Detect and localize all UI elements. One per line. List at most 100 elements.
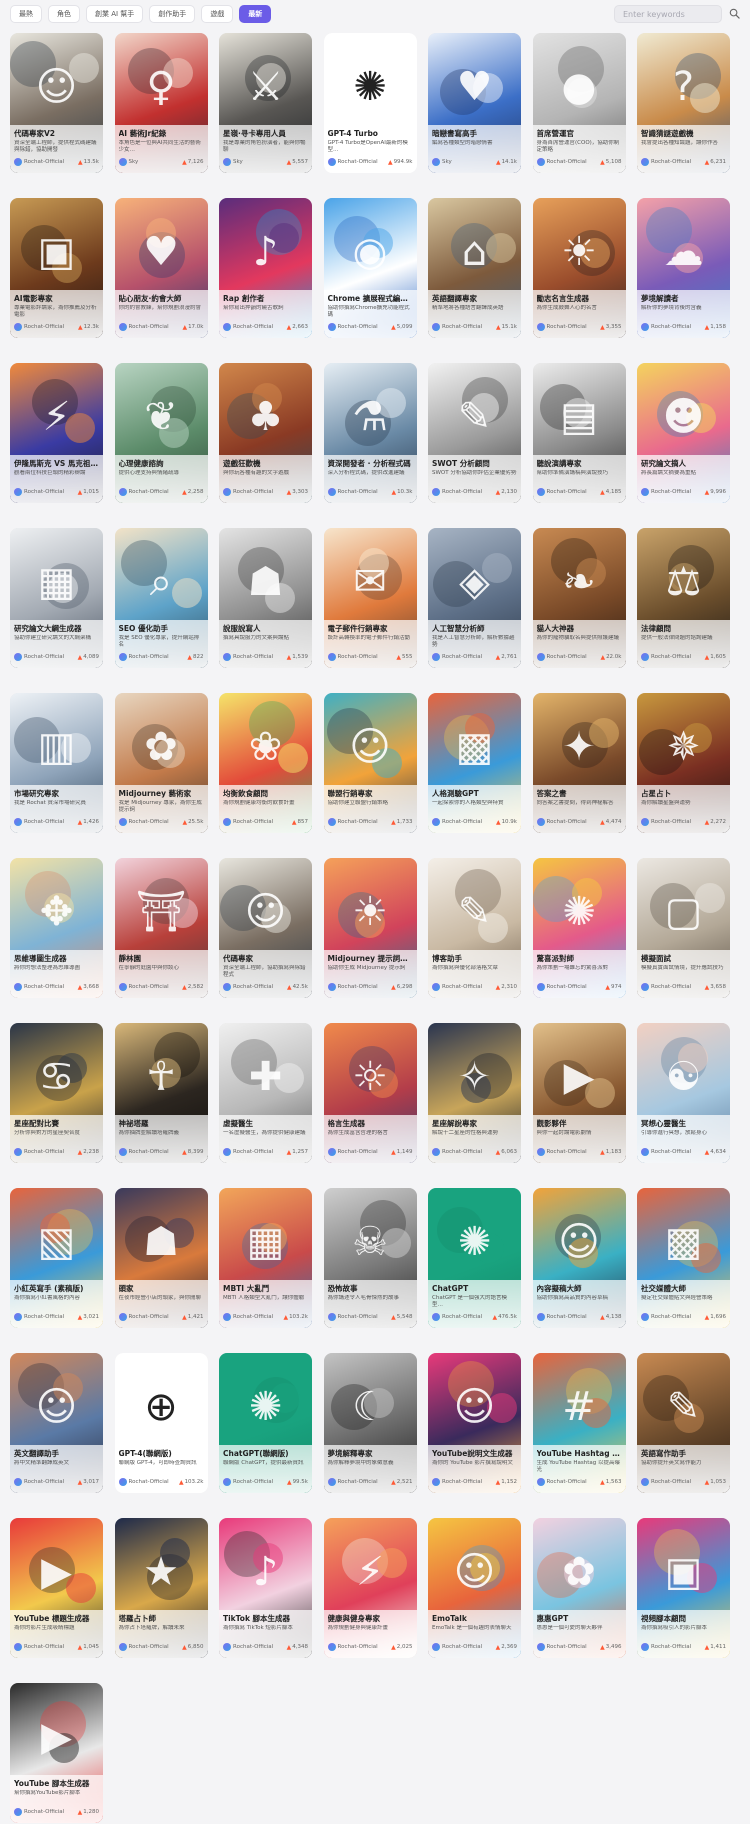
usage-count: ▲ 1,563 bbox=[600, 1479, 621, 1486]
bot-card[interactable]: ☗ 說服說寫人 撰寫具說服力的文案與論點 Rochat-Official ▲ 1,539 bbox=[219, 528, 312, 668]
bot-card[interactable]: ▣ AI電影專家 專業電影評論家，為你推薦及分析電影 Rochat-Official ▲… bbox=[10, 198, 103, 338]
bot-card[interactable]: ▥ 市場研究專家 我是 Rochat 資深市場研究員 Rochat-Official ▲… bbox=[10, 693, 103, 833]
bot-card[interactable]: ♋ 星座配對比賽 分析你與對方的星座契合度 Rochat-Official ▲ 2,238 bbox=[10, 1023, 103, 1163]
search-icon[interactable] bbox=[729, 8, 740, 19]
bot-card[interactable]: ☥ 神祕塔羅 為你抽牌並解讀塔羅牌義 Rochat-Official ▲ 8,399 bbox=[114, 1023, 208, 1163]
bot-card[interactable]: ☠ 恐怖故事 為你講述令人毛骨悚然的故事 Rochat-Official ▲ 5,548 bbox=[323, 1188, 417, 1328]
bot-card[interactable]: ▶ YouTube 標題生成器 為你的影片生成吸睛標題 Rochat-Official… bbox=[10, 1518, 103, 1658]
bot-card[interactable]: ☺ 聯盟行銷專家 協助你建立聯盟行銷策略 Rochat-Official ▲ 1,733 bbox=[323, 693, 417, 833]
bot-card[interactable]: ✿ Midjourney 藝術家 我是 Midjourney 專家，為你生成提示詞 R… bbox=[114, 693, 208, 833]
bot-card[interactable]: ⚗ 資深開發者 · 分析程式碼 深入分析程式碼，提供改進建議 Rochat-Offic… bbox=[323, 363, 417, 503]
bot-card[interactable]: ☺ EmoTalk EmoTalk 是一個有趣的表情聊天 Rochat-Officia… bbox=[428, 1518, 521, 1658]
bot-card[interactable]: ⚡ 伊隆馬斯克 VS 馬克祖克伯 觀看兩位科技巨頭的精彩辯論 Rochat-Offic… bbox=[10, 363, 103, 503]
bot-card[interactable]: ✺ GPT-4 Turbo GPT-4 Turbo是OpenAI最新的模型… Roch… bbox=[323, 33, 417, 173]
tab-creative[interactable]: 創作助手 bbox=[149, 5, 196, 23]
bot-card[interactable]: ☺ YouTube說明文生成器 為你的 YouTube 影片撰寫說明文 Rochat-… bbox=[428, 1353, 521, 1493]
tab-newest[interactable]: 最新 bbox=[239, 5, 272, 23]
bot-card[interactable]: ☺ 代碼專家V2 資深全端工程師，提供程式碼建議與除錯，協助開發 Rochat-Off… bbox=[10, 33, 103, 173]
usage-count: ▲ 2,238 bbox=[78, 1149, 99, 1156]
bot-card[interactable]: ☀ 勵志名言生成器 為你生成鼓舞人心的名言 Rochat-Official ▲ 3,355 bbox=[532, 198, 626, 338]
bot-card[interactable]: ❦ 心理健康諮詢 提供心理支持與情緒疏導 Rochat-Official ▲ 2,258 bbox=[114, 363, 208, 503]
bot-card[interactable]: ☻ 研究論文摘人 將長篇論文摘要為重點 Rochat-Official ▲ 9,996 bbox=[637, 363, 730, 503]
card-thumbnail: ✚ 虛擬醫生 一名虛擬醫生，為你提供健康建議 Rochat-Official ▲ 1,25… bbox=[219, 1023, 312, 1163]
bot-card[interactable]: ☺ 英文翻譯助手 將中文精準翻譯成英文 Rochat-Official ▲ 3,017 bbox=[10, 1353, 103, 1493]
bot-card[interactable]: ✺ ChatGPT(聯網版) 聯網版 ChatGPT，提供最新資訊 Rochat-Of… bbox=[219, 1353, 312, 1493]
bot-card[interactable]: ⌕ SEO 優化助手 我是 SEO 優化專家，提升網站排名 Rochat-Offici… bbox=[114, 528, 208, 668]
card-author: Rochat-Official bbox=[536, 1148, 587, 1156]
bot-card[interactable]: ✺ ChatGPT ChatGPT 是一個強大的語言模型… Rochat-Offici… bbox=[428, 1188, 521, 1328]
tab-hot[interactable]: 最熱 bbox=[10, 5, 42, 23]
card-description: 協助你生成 Midjourney 提示詞 bbox=[327, 965, 406, 971]
bot-card[interactable]: ❧ 貓人大神器 為你的寵物貓取名與提供照護建議 Rochat-Official ▲ 22.… bbox=[532, 528, 626, 668]
bot-card[interactable]: ▦ 研究論文大綱生成器 協助你建立研究論文的大綱架構 Rochat-Official ▲… bbox=[10, 528, 103, 668]
card-thumbnail: ✎ SWOT 分析顧問 SWOT 分析協助你評估企業優劣勢 Rochat-Offici… bbox=[428, 363, 521, 503]
bot-card[interactable]: ✚ 虛擬醫生 一名虛擬醫生，為你提供健康建議 Rochat-Official ▲ 1,25… bbox=[219, 1023, 312, 1163]
author-name: Rochat-Official bbox=[24, 1149, 65, 1155]
bot-card[interactable]: ⊕ GPT-4(聯網版) 聯網版 GPT-4，可即時查詢資訊 Rochat-Offic… bbox=[114, 1353, 208, 1493]
bot-card[interactable]: ☀ Midjourney 提示詞生成器協助你生成 Midjourney 提示詞 Ro… bbox=[323, 858, 417, 998]
bot-card[interactable]: ⚡ 健康與健身專家 為你規劃健身與健康計畫 Rochat-Official ▲ 2,025 bbox=[323, 1518, 417, 1658]
bot-card[interactable]: ⌂ 英語翻譯專家 精準地將各種語言翻譯成英語 Rochat-Official ▲ 15.1… bbox=[428, 198, 521, 338]
bot-card[interactable]: ▤ 聽說演講專家 幫助你準備演講稿與演說技巧 Rochat-Official ▲ 4,18… bbox=[532, 363, 626, 503]
bot-card[interactable]: ✥ 思維導圖生成器 將你的想法整理為思維導圖 Rochat-Official ▲ 3,66… bbox=[10, 858, 103, 998]
tab-games[interactable]: 遊戲 bbox=[201, 5, 234, 23]
bot-card[interactable]: ? 智識猜謎遊戲機 我會提出各種知識題，讓你作答 Rochat-Official ▲ 6,… bbox=[637, 33, 730, 173]
bot-card[interactable]: ⛩ 靜林園 在寧靜的庭園中與你談心 Rochat-Official ▲ 2,582 bbox=[114, 858, 208, 998]
bot-card[interactable]: ▶ YouTube 腳本生成器 幫你撰寫YouTube影片腳本 Rochat-Offi… bbox=[10, 1683, 103, 1823]
bot-card[interactable]: ✎ 博客助手 為你撰寫與優化部落格文章 Rochat-Official ▲ 2,310 bbox=[428, 858, 521, 998]
bot-card[interactable]: ● 首席營運官 身為首席營運官(COO)，協助你制定策略 Rochat-Officia… bbox=[532, 33, 626, 173]
bot-card[interactable]: ✧ 星座解說專家 解說十二星座的性格與運勢 Rochat-Official ▲ 6,063 bbox=[428, 1023, 521, 1163]
usage-count-value: 1,733 bbox=[396, 819, 413, 825]
bot-card[interactable]: ▣ 視頻腳本顧問 為你撰寫吸引人的影片腳本 Rochat-Official ▲ 1,411 bbox=[637, 1518, 730, 1658]
bot-card[interactable]: ✦ 答案之書 向答案之書提問，得到神秘解答 Rochat-Official ▲ 4,474 bbox=[532, 693, 626, 833]
avatar bbox=[327, 983, 336, 991]
avatar bbox=[327, 1148, 336, 1156]
card-thumbnail: ⚖ 法律顧問 提供一般法律問題的諮詢建議 Rochat-Official ▲ 1,605 bbox=[637, 528, 730, 668]
bot-card[interactable]: ✺ 驚喜派對師 為你策劃一場難忘的驚喜派對 Rochat-Official ▲ 974 bbox=[532, 858, 626, 998]
bot-card[interactable]: ♥ 暗戀書寫高手 編寫各種類型的暗戀情書 Sky ▲ 14.1k bbox=[428, 33, 521, 173]
bot-card[interactable]: ☾ 夢境解釋專家 為你解釋夢境中的象徵意義 Rochat-Official ▲ 2,521 bbox=[323, 1353, 417, 1493]
fire-icon: ▲ bbox=[391, 1478, 396, 1486]
search-input[interactable] bbox=[621, 8, 715, 20]
bot-card[interactable]: ▩ 人格測驗GPT 一起探索你的人格類型與特質 Rochat-Official ▲ 10.… bbox=[428, 693, 521, 833]
bot-card[interactable]: ✵ 占星占卜 為你解讀星盤與運勢 Rochat-Official ▲ 2,272 bbox=[637, 693, 730, 833]
card-thumbnail: ♀ AI 藝術Jr紀錄 本角色是一位與AI共同生活的藝術少女… Sky ▲ 7,126 bbox=[114, 33, 208, 173]
card-description: 資深全端工程師，協助撰寫與除錯程式 bbox=[223, 965, 306, 978]
bot-card[interactable]: ✉ 電子郵件行銷專家 設計高轉換率的電子郵件行銷活動 Rochat-Official ▲… bbox=[323, 528, 417, 668]
bot-card[interactable]: ⚖ 法律顧問 提供一般法律問題的諮詢建議 Rochat-Official ▲ 1,605 bbox=[637, 528, 730, 668]
bot-card[interactable]: ♪ TikTok 腳本生成器 為你撰寫 TikTok 短影片腳本 Rochat-Off… bbox=[219, 1518, 312, 1658]
bot-card[interactable]: ✎ SWOT 分析顧問 SWOT 分析協助你評估企業優劣勢 Rochat-Offici… bbox=[428, 363, 521, 503]
bot-card[interactable]: ☗ 頭家 在夜市經營小店的頭家，與你閒聊 Rochat-Official ▲ 1,421 bbox=[114, 1188, 208, 1328]
card-illustration-icon: ☺ bbox=[453, 1384, 496, 1430]
bot-card[interactable]: ♀ AI 藝術Jr紀錄 本角色是一位與AI共同生活的藝術少女… Sky ▲ 7,126 bbox=[114, 33, 208, 173]
bot-card[interactable]: ☼ 格言生成器 為你生成富含哲理的格言 Rochat-Official ▲ 1,149 bbox=[323, 1023, 417, 1163]
bot-card[interactable]: ♣ 遊戲狂歡機 與你玩各種有趣的文字遊戲 Rochat-Official ▲ 3,303 bbox=[219, 363, 312, 503]
bot-card[interactable]: ▦ MBTI 大亂鬥 MBTI 人格類型大亂鬥，讓你體驗 Rochat-Officia… bbox=[219, 1188, 312, 1328]
bot-card[interactable]: ★ 塔羅占卜師 為你占卜塔羅牌，解讀未來 Rochat-Official ▲ 6,850 bbox=[114, 1518, 208, 1658]
card-description: 為你講述令人毛骨悚然的故事 bbox=[327, 1295, 400, 1301]
bot-card[interactable]: ▢ 模擬面試 模擬真實面試情境，提升應試技巧 Rochat-Official ▲ 3,65… bbox=[637, 858, 730, 998]
tab-roles[interactable]: 角色 bbox=[48, 5, 80, 23]
bot-card[interactable]: ☯ 冥想心靈醫生 引導你進行冥想，放鬆身心 Rochat-Official ▲ 4,634 bbox=[637, 1023, 730, 1163]
tab-startup-ai[interactable]: 創業 AI 幫手 bbox=[86, 5, 144, 23]
bot-card[interactable]: ▧ 小紅英寫手 (素稿版) 為你撰寫小紅書風格的內容 Rochat-Official ▲… bbox=[10, 1188, 103, 1328]
bot-card[interactable]: # YouTube Hashtag 生成器生成 YouTube Hashtag 以… bbox=[532, 1353, 626, 1493]
card-title: 頭家 bbox=[118, 1284, 134, 1293]
author-name: Rochat-Official bbox=[128, 324, 169, 330]
bot-card[interactable]: ✿ 惠惠GPT 惠惠是一個可愛的聊天夥伴 Rochat-Official ▲ 3,496 bbox=[532, 1518, 626, 1658]
bot-card[interactable]: ☁ 夢境解讀者 解析你的夢境背後的含義 Rochat-Official ▲ 1,158 bbox=[637, 198, 730, 338]
bot-card[interactable]: ❀ 均衡飲食顧問 為你規劃健康均衡的飲食計畫 Rochat-Official ▲ 857 bbox=[219, 693, 312, 833]
bot-card[interactable]: ▶ 觀影夥伴 與你一起討論電影劇情 Rochat-Official ▲ 1,183 bbox=[532, 1023, 626, 1163]
bot-card[interactable]: ◉ Chrome 擴展程式編碼… 協助你撰寫Chrome擴充功能程式碼 Rochat-… bbox=[323, 198, 417, 338]
bot-card[interactable]: ◈ 人工智慧分析師 我是人工智慧分析師，解析數據趨勢 Rochat-Official ▲… bbox=[428, 528, 521, 668]
bot-card[interactable]: ♥ 貼心朋友·約會大師 你的約會教練，幫你規劃浪漫約會 Rochat-Official… bbox=[114, 198, 208, 338]
bot-card[interactable]: ☺ 代碼專家 資深全端工程師，協助撰寫與除錯程式 Rochat-Official ▲ 42… bbox=[219, 858, 312, 998]
bot-card[interactable]: ▩ 社交媒體大師 擬定社交媒體貼文與經營策略 Rochat-Official ▲ 1,69… bbox=[637, 1188, 730, 1328]
bot-card[interactable]: ⚔ 星嶺·寻卡專用人員 我是專業的角色扮演者，能與你暢聊 Sky ▲ 5,557 bbox=[219, 33, 312, 173]
card-description: 一名虛擬醫生，為你提供健康建議 bbox=[223, 1130, 306, 1136]
bot-card[interactable]: ☺ 內容擬稿大師 協助你撰寫高品質的內容草稿 Rochat-Official ▲ 4,13… bbox=[532, 1188, 626, 1328]
fire-icon: ▲ bbox=[704, 1148, 710, 1156]
author-name: Rochat-Official bbox=[546, 489, 587, 495]
bot-card[interactable]: ✎ 英語寫作助手 協助你提升英文寫作能力 Rochat-Official ▲ 1,053 bbox=[637, 1353, 730, 1493]
bot-card[interactable]: ♪ Rap 創作者 幫你寫出押韻的饒舌歌詞 Rochat-Official ▲ 2,663 bbox=[219, 198, 312, 338]
